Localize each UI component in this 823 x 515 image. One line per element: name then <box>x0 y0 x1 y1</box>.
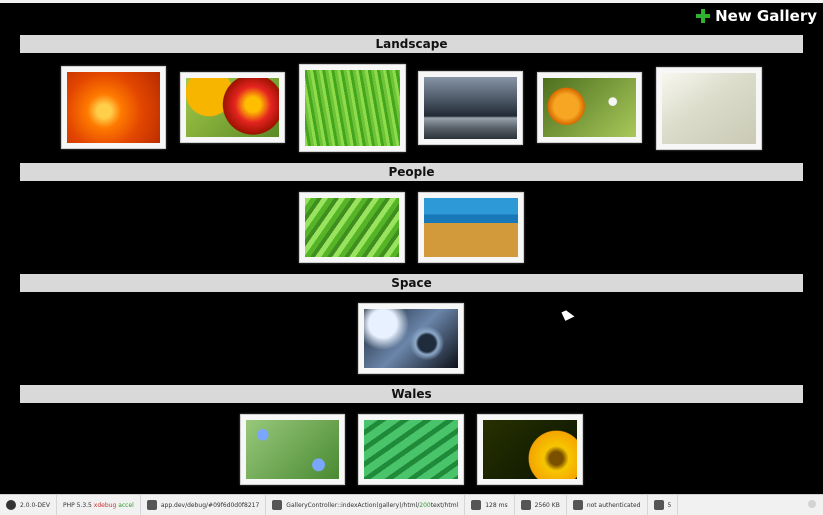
toolbar-queries[interactable]: 5 <box>648 495 679 515</box>
toolbar-symfony[interactable]: 2.0.0-DEV <box>0 495 57 515</box>
thumb-image <box>305 70 400 146</box>
route-content-type: text/html <box>430 501 459 509</box>
memory-usage: 2560 KB <box>534 501 560 509</box>
gear-icon <box>272 500 283 510</box>
symfony-logo-icon <box>6 500 16 510</box>
toolbar-route[interactable]: GalleryController::indexAction(gallery)/… <box>266 495 466 515</box>
gallery-thumb-landscape-4[interactable] <box>418 71 523 145</box>
new-gallery-button[interactable]: New Gallery <box>696 6 817 26</box>
gallery-thumb-wales-2[interactable] <box>358 414 464 485</box>
symfony-debug-toolbar: 2.0.0-DEV PHP 5.3.5 xdebug accel app.dev… <box>0 494 823 515</box>
gallery-thumb-people-2[interactable] <box>418 192 524 263</box>
thumb-image <box>364 420 458 479</box>
thumb-image <box>186 78 279 137</box>
route-status: 200 <box>419 501 431 509</box>
gallery-thumb-wales-1[interactable] <box>240 414 345 485</box>
gallery-thumb-landscape-6[interactable] <box>656 67 762 150</box>
gallery-thumb-landscape-1[interactable] <box>61 66 166 149</box>
php-xdebug: xdebug <box>93 501 117 509</box>
gallery-thumb-wales-3[interactable] <box>477 414 583 485</box>
gallery-thumb-landscape-5[interactable] <box>537 72 642 143</box>
gallery-header-wales: Wales <box>20 385 803 403</box>
route-name: GalleryController::indexAction(gallery)/… <box>286 501 420 509</box>
thumb-image <box>305 198 399 257</box>
thumb-image <box>67 72 160 143</box>
authentication-status: not authenticated <box>586 501 641 509</box>
toolbar-auth[interactable]: not authenticated <box>567 495 648 515</box>
gallery-thumb-space-1[interactable] <box>358 303 464 374</box>
user-icon <box>572 500 583 510</box>
toolbar-token[interactable]: app.dev/debug/#09f6d0d0f8217 <box>141 495 267 515</box>
gallery-header-people: People <box>20 163 803 181</box>
gallery-header-space: Space <box>20 274 803 292</box>
plus-icon <box>696 9 711 23</box>
toolbar-time[interactable]: 128 ms <box>465 495 515 515</box>
toolbar-memory[interactable]: 2560 KB <box>515 495 567 515</box>
thumb-image <box>424 77 517 139</box>
thumb-image <box>246 420 339 479</box>
query-count: 5 <box>667 501 672 509</box>
memory-icon <box>520 500 531 510</box>
thumb-image <box>364 309 458 368</box>
php-accel: accel <box>118 501 134 509</box>
thumb-image <box>662 73 756 144</box>
gallery-thumb-landscape-2[interactable] <box>180 72 285 143</box>
thumb-image <box>424 198 518 257</box>
new-gallery-label: New Gallery <box>715 7 817 25</box>
close-toolbar-icon[interactable] <box>808 500 816 508</box>
gallery-thumb-landscape-3[interactable] <box>299 64 406 152</box>
mouse-cursor-icon <box>561 308 575 321</box>
php-version: PHP 5.3.5 <box>62 501 92 509</box>
people-icon <box>146 500 157 510</box>
php-info: PHP 5.3.5 xdebug accel <box>63 502 134 509</box>
debug-token: app.dev/debug/#09f6d0d0f8217 <box>160 501 260 509</box>
window-top-strip <box>0 0 823 3</box>
toolbar-php[interactable]: PHP 5.3.5 xdebug accel <box>57 495 141 515</box>
request-time: 128 ms <box>485 501 508 509</box>
route-info: GalleryController::indexAction(gallery)/… <box>286 502 458 509</box>
thumb-image <box>543 78 636 137</box>
clock-icon <box>471 500 482 510</box>
database-icon <box>653 500 664 510</box>
symfony-version: 2.0.0-DEV <box>20 501 50 509</box>
thumb-image <box>483 420 577 479</box>
gallery-header-landscape: Landscape <box>20 35 803 53</box>
gallery-thumb-people-1[interactable] <box>299 192 405 263</box>
